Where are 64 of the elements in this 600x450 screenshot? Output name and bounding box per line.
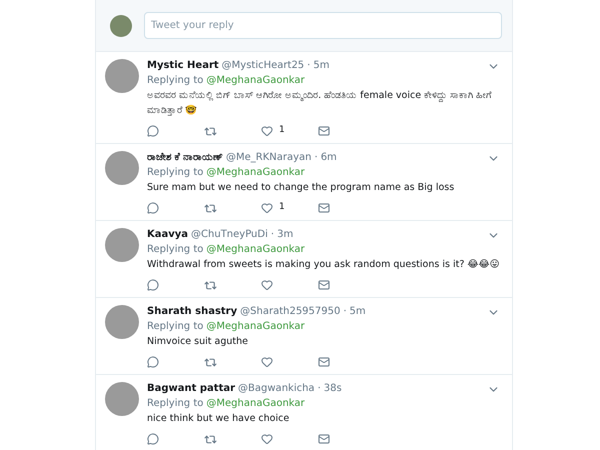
retweet-icon[interactable] — [204, 432, 217, 446]
user-name[interactable]: Kaavya — [147, 228, 188, 242]
tweet-time[interactable]: 5m — [350, 305, 366, 319]
reply-icon[interactable] — [147, 279, 159, 291]
message-icon[interactable] — [318, 202, 330, 214]
user-name[interactable]: ರಾಜೇಶ ಕೆ ನಾರಾಯಣ್ — [147, 151, 223, 165]
mention-link[interactable]: @MeghanaGaonkar — [206, 242, 305, 257]
dot-separator: · — [270, 228, 274, 242]
replying-label: Replying to — [147, 243, 204, 257]
user-name[interactable]: Bagwant pattar — [147, 382, 236, 396]
user-handle[interactable]: @Bagwankicha — [238, 382, 315, 396]
retweet-icon[interactable] — [204, 124, 217, 138]
message-icon[interactable] — [318, 279, 330, 291]
like-icon[interactable] — [261, 356, 273, 368]
tweet-time[interactable]: 5m — [313, 59, 330, 73]
dot-separator: · — [307, 59, 310, 73]
user-name[interactable]: Sharath shastry — [147, 305, 238, 319]
replying-label: Replying to — [147, 166, 204, 180]
retweet-icon[interactable] — [204, 202, 217, 214]
tweet-time[interactable]: 3m — [277, 228, 294, 242]
like-icon[interactable] — [261, 279, 273, 291]
reply-icon[interactable] — [147, 356, 159, 368]
avatar[interactable] — [105, 151, 139, 185]
tweet-text: nice think but we have choice — [147, 412, 290, 426]
avatar[interactable] — [110, 14, 132, 36]
tweet-text: ಅವರವರ ಮನೆಯಲ್ಲಿ ಬಿಗ್ ಬಾಸ್ ಆಗಿರೋ ಅಮ್ಮಂದಿರ. ಹೆಂಡತಿಯ female voice ಕೇಳಿದ್ದು ಸಾಕಾಗಿ ಹೀಗೆ ಮಾಡಿತ್ತಾರೆ 🤓 — [147, 89, 492, 118]
avatar[interactable] — [105, 59, 139, 93]
dot-separator: · — [314, 151, 318, 165]
avatar[interactable] — [105, 228, 139, 262]
user-handle[interactable]: @Me_RKNarayan — [226, 151, 312, 165]
mention-link[interactable]: @MeghanaGaonkar — [206, 165, 305, 180]
tweet-text: Sure mam but we need to change the program name as Big loss — [147, 181, 456, 195]
avatar[interactable] — [105, 382, 139, 416]
retweet-icon[interactable] — [204, 356, 217, 368]
replying-label: Replying to — [147, 74, 204, 88]
mention-link[interactable]: @MeghanaGaonkar — [206, 319, 305, 334]
user-handle[interactable]: @MysticHeart25 — [222, 59, 304, 73]
dot-separator: · — [318, 382, 321, 396]
tweet-text: Nimvoice suit aguthe — [147, 335, 249, 349]
replying-label: Replying to — [147, 320, 204, 334]
like-icon[interactable] — [261, 202, 273, 214]
like-icon[interactable] — [261, 433, 273, 445]
user-handle[interactable]: @Sharath25957950 — [240, 305, 340, 319]
reply-icon[interactable] — [147, 433, 159, 445]
like-count: 1 — [279, 201, 285, 214]
message-icon[interactable] — [318, 433, 330, 445]
message-icon[interactable] — [318, 125, 330, 137]
user-handle[interactable]: @ChuTneyPuDi — [191, 228, 268, 242]
like-count: 1 — [279, 124, 285, 138]
avatar[interactable] — [105, 305, 139, 339]
reply-input[interactable]: Tweet your reply — [144, 12, 502, 39]
reply-icon[interactable] — [147, 202, 159, 214]
tweet-time[interactable]: 6m — [320, 151, 337, 165]
tweet-time[interactable]: 38s — [324, 382, 342, 396]
tweet-text: Withdrawal from sweets is making you ask random questions is it? 😂😂😛 — [147, 258, 500, 272]
reply-icon[interactable] — [147, 125, 159, 137]
dot-separator: · — [343, 305, 347, 319]
replying-label: Replying to — [147, 397, 204, 411]
like-icon[interactable] — [261, 125, 273, 137]
mention-link[interactable]: @MeghanaGaonkar — [206, 73, 305, 88]
retweet-icon[interactable] — [204, 278, 217, 292]
mention-link[interactable]: @MeghanaGaonkar — [206, 396, 305, 411]
user-name[interactable]: Mystic Heart — [147, 59, 219, 73]
message-icon[interactable] — [318, 356, 330, 368]
